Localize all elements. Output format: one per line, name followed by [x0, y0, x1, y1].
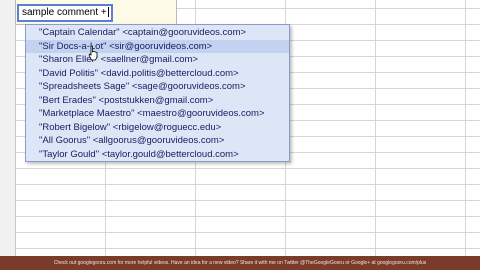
autocomplete-item[interactable]: "Bert Erades" <poststukken@gmail.com> — [26, 94, 289, 108]
comment-input[interactable]: sample comment + — [17, 4, 113, 22]
autocomplete-item[interactable]: "Sharon Eller" <saellner@gmail.com> — [26, 53, 289, 67]
autocomplete-item[interactable]: "David Politis" <david.politis@betterclo… — [26, 67, 289, 81]
comment-input-text: sample comment + — [22, 7, 107, 18]
autocomplete-item[interactable]: "Spreadsheets Sage" <sage@gooruvideos.co… — [26, 80, 289, 94]
autocomplete-item[interactable]: "Marketplace Maestro" <maestro@gooruvide… — [26, 107, 289, 121]
autocomplete-item-highlighted[interactable]: "Sir Docs-a-Lot" <sir@gooruvideos.com> — [26, 39, 289, 53]
video-footer-banner: Check out googlegooru.com for more helpf… — [0, 256, 480, 270]
autocomplete-dropdown: "Captain Calendar" <captain@gooruvideos.… — [25, 24, 290, 162]
autocomplete-item[interactable]: "Captain Calendar" <captain@gooruvideos.… — [26, 26, 289, 40]
autocomplete-item[interactable]: "All Goorus" <allgoorus@gooruvideos.com> — [26, 134, 289, 148]
autocomplete-item[interactable]: "Taylor Gould" <taylor.gould@bettercloud… — [26, 148, 289, 162]
text-caret — [107, 7, 109, 18]
autocomplete-item[interactable]: "Robert Bigelow" <rbigelow@roguecc.edu> — [26, 121, 289, 135]
hand-cursor-icon — [88, 45, 98, 61]
row-headers — [0, 0, 16, 256]
